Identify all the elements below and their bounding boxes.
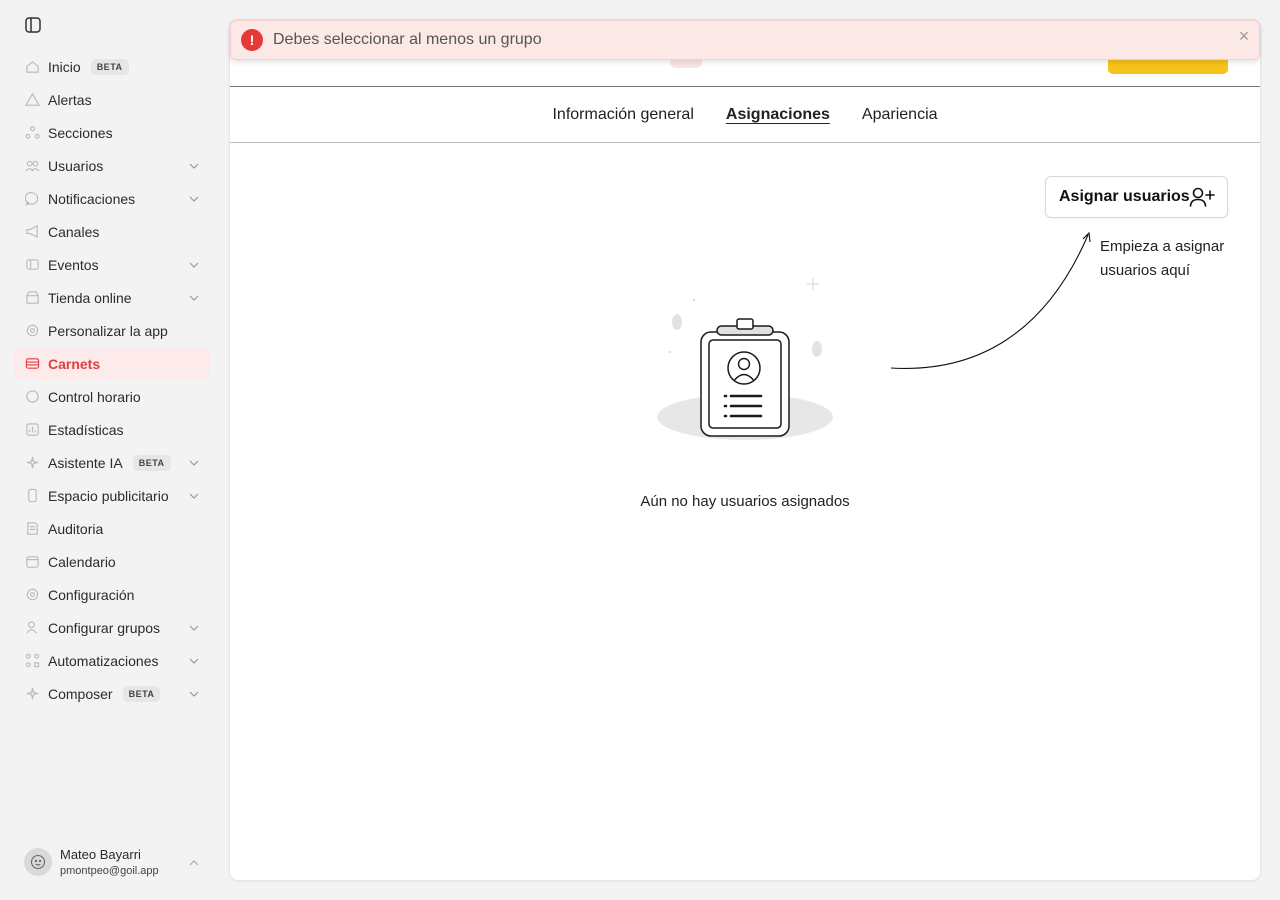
- close-icon[interactable]: ×: [1237, 27, 1251, 45]
- tab-apariencia[interactable]: Apariencia: [862, 106, 938, 124]
- tab-bar: Información general Asignaciones Aparien…: [230, 87, 1260, 143]
- sidebar-item-automatizaciones[interactable]: Automatizaciones: [14, 644, 210, 677]
- error-toast: ! Debes seleccionar al menos un grupo ×: [230, 20, 1260, 60]
- sidebar-item-label: Personalizar la app: [48, 322, 168, 339]
- empty-state-text: Aún no hay usuarios asignados: [640, 493, 850, 510]
- sidebar-item-alertas[interactable]: Alertas: [14, 83, 210, 116]
- sidebar-item-label: Estadísticas: [48, 421, 124, 438]
- sidebar-item-espacio-publicitario[interactable]: Espacio publicitario: [14, 479, 210, 512]
- sidebar-item-canales[interactable]: Canales: [14, 215, 210, 248]
- sidebar-item-notificaciones[interactable]: Notificaciones: [14, 182, 210, 215]
- user-name: Mateo Bayarri: [60, 847, 141, 862]
- flow-icon: [24, 653, 40, 669]
- sidebar-item-inicio[interactable]: Inicio BETA: [14, 50, 210, 83]
- sidebar-item-label: Calendario: [48, 553, 116, 570]
- sidebar-item-label: Automatizaciones: [48, 652, 159, 669]
- alert-triangle-icon: [24, 92, 40, 108]
- hint-arrow: [890, 231, 1091, 369]
- tab-asignaciones[interactable]: Asignaciones: [726, 106, 830, 124]
- card-icon: [24, 356, 40, 372]
- sidebar-item-control-horario[interactable]: Control horario: [14, 380, 210, 413]
- sidebar-item-usuarios[interactable]: Usuarios: [14, 149, 210, 182]
- sidebar-item-label: Eventos: [48, 256, 99, 273]
- sidebar-item-label: Composer: [48, 685, 113, 702]
- phone-icon: [24, 488, 40, 504]
- sidebar-item-configuracion[interactable]: Configuración: [14, 578, 210, 611]
- sidebar-item-personalizar-la-app[interactable]: Personalizar la app: [14, 314, 210, 347]
- home-icon: [24, 59, 40, 75]
- id-card-clipboard-illustration: [657, 278, 833, 440]
- sidebar-item-label: Inicio: [48, 58, 81, 75]
- assign-users-button[interactable]: Asignar usuarios: [1045, 176, 1228, 218]
- sidebar-item-label: Carnets: [48, 355, 101, 372]
- sections-icon: [24, 125, 40, 141]
- sidebar-toggle-icon[interactable]: [24, 16, 42, 34]
- chevron-down-icon[interactable]: [188, 489, 200, 501]
- sidebar-item-label: Canales: [48, 223, 100, 240]
- toast-message: Debes seleccionar al menos un grupo: [273, 31, 542, 48]
- user-email: pmontpeo@goil.app: [60, 865, 159, 877]
- settings-icon: [24, 587, 40, 603]
- sidebar-item-carnets[interactable]: Carnets: [14, 347, 210, 380]
- chevron-down-icon[interactable]: [188, 654, 200, 666]
- gear-icon: [24, 323, 40, 339]
- sidebar-item-label: Notificaciones: [48, 190, 136, 207]
- sidebar-item-label: Alertas: [48, 91, 92, 108]
- sidebar-item-label: Secciones: [48, 124, 113, 141]
- user-group-icon: [24, 620, 40, 636]
- sidebar-item-composer[interactable]: Composer BETA: [14, 677, 210, 710]
- chevron-down-icon[interactable]: [188, 456, 200, 468]
- assign-hint-text: Empieza a asignar usuarios aquí: [1100, 238, 1225, 279]
- sidebar-item-auditoria[interactable]: Auditoria: [14, 512, 210, 545]
- chevron-up-icon[interactable]: [188, 856, 200, 868]
- sidebar-item-label: Espacio publicitario: [48, 487, 169, 504]
- sidebar-item-secciones[interactable]: Secciones: [14, 116, 210, 149]
- chevron-down-icon[interactable]: [188, 621, 200, 633]
- calendar-icon: [24, 554, 40, 570]
- sidebar-item-estadisticas[interactable]: Estadísticas: [14, 413, 210, 446]
- chevron-down-icon[interactable]: [188, 258, 200, 270]
- sidebar-nav: Inicio BETA Alertas Secciones Usuarios Notifi…: [14, 50, 210, 710]
- ticket-icon: [24, 257, 40, 273]
- sidebar-item-label: Control horario: [48, 388, 141, 405]
- sidebar-item-label: Auditoria: [48, 520, 104, 537]
- tab-informacion-general[interactable]: Información general: [552, 106, 693, 124]
- chevron-down-icon[interactable]: [188, 192, 200, 204]
- beta-badge: BETA: [90, 58, 129, 75]
- assign-users-label: Asignar usuarios: [1059, 188, 1190, 205]
- sidebar-item-label: Configuración: [48, 586, 135, 603]
- beta-badge: BETA: [132, 454, 171, 471]
- sidebar-item-label: Asistente IA: [48, 454, 123, 471]
- user-plus-icon: [1189, 186, 1215, 208]
- chevron-down-icon[interactable]: [188, 687, 200, 699]
- alert-circle-icon: !: [241, 29, 263, 51]
- chevron-down-icon[interactable]: [188, 159, 200, 171]
- chevron-down-icon[interactable]: [188, 291, 200, 303]
- sparkle-icon: [24, 455, 40, 471]
- beta-badge: BETA: [122, 685, 161, 702]
- sidebar-item-configurar-grupos[interactable]: Configurar grupos: [14, 611, 210, 644]
- chart-icon: [24, 422, 40, 438]
- main-panel: Información general Asignaciones Aparien…: [230, 20, 1260, 880]
- sidebar-item-label: Tienda online: [48, 289, 132, 306]
- chat-icon: [24, 191, 40, 207]
- megaphone-icon: [24, 224, 40, 240]
- user-profile[interactable]: Mateo Bayarri pmontpeo@goil.app: [24, 844, 204, 880]
- avatar: [24, 848, 52, 876]
- clock-icon: [24, 389, 40, 405]
- sidebar-item-eventos[interactable]: Eventos: [14, 248, 210, 281]
- sidebar: Inicio BETA Alertas Secciones Usuarios Notifi…: [0, 0, 220, 900]
- sidebar-item-calendario[interactable]: Calendario: [14, 545, 210, 578]
- sidebar-item-tienda-online[interactable]: Tienda online: [14, 281, 210, 314]
- sidebar-item-asistente-ia[interactable]: Asistente IA BETA: [14, 446, 210, 479]
- sparkle-icon: [24, 686, 40, 702]
- document-icon: [24, 521, 40, 537]
- users-icon: [24, 158, 40, 174]
- sidebar-item-label: Configurar grupos: [48, 619, 161, 636]
- store-icon: [24, 290, 40, 306]
- sidebar-item-label: Usuarios: [48, 157, 104, 174]
